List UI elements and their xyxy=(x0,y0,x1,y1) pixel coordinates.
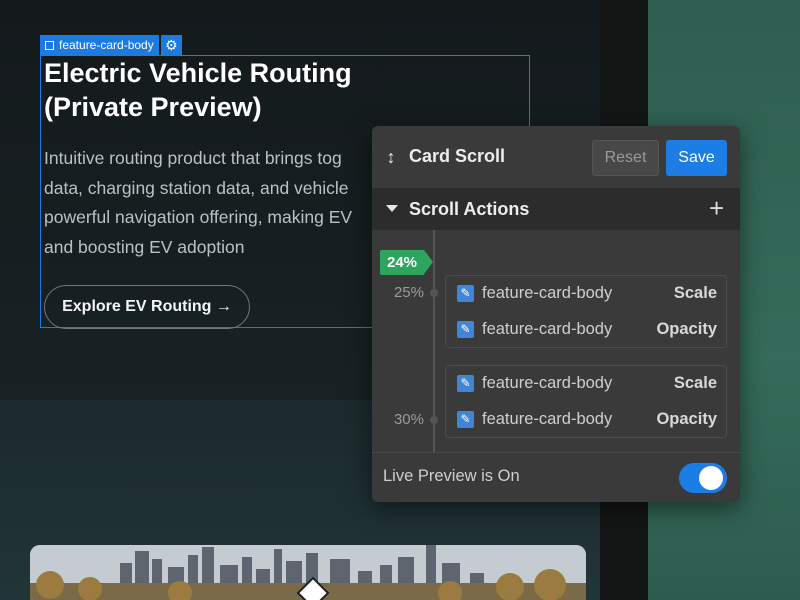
scroll-interaction-panel: ↕ Card Scroll Reset Save Scroll Actions … xyxy=(372,126,740,502)
action-type: Opacity xyxy=(656,319,717,338)
card-description-line: powerful navigation offering, making EV xyxy=(44,207,353,227)
card-title-line: Electric Vehicle Routing xyxy=(44,58,352,88)
element-name-chip[interactable]: feature-card-body xyxy=(40,35,159,55)
action-target: feature-card-body xyxy=(482,283,613,302)
keyframe-action-group[interactable]: ✎ feature-card-body Scale ✎ feature-card… xyxy=(445,275,727,348)
scroll-actions-title: Scroll Actions xyxy=(409,199,530,219)
brush-icon: ✎ xyxy=(457,320,474,338)
element-square-icon xyxy=(45,40,54,50)
scroll-timeline: 24% 25% ✎ feature-card-body Scale ✎ feat… xyxy=(372,230,740,452)
keyframe-action-group[interactable]: ✎ feature-card-body Scale ✎ feature-card… xyxy=(445,365,727,438)
action-row[interactable]: ✎ feature-card-body Opacity xyxy=(446,312,728,346)
brush-icon: ✎ xyxy=(457,410,474,428)
keyframe-percent: 30% xyxy=(393,411,424,428)
progress-value: 24% xyxy=(386,254,418,271)
action-type: Scale xyxy=(673,373,717,392)
brush-icon: ✎ xyxy=(457,374,474,392)
live-preview-toggle[interactable] xyxy=(679,463,727,493)
gear-icon[interactable]: ⚙ xyxy=(160,35,182,55)
panel-header: ↕ Card Scroll Reset Save xyxy=(372,126,740,188)
cta-label: Explore EV Routing → xyxy=(62,298,232,315)
action-type: Scale xyxy=(673,283,717,302)
card-title: Electric Vehicle Routing (Private Previe… xyxy=(44,56,504,124)
element-name-label: feature-card-body xyxy=(59,38,154,52)
action-row[interactable]: ✎ feature-card-body Scale xyxy=(446,276,728,310)
plus-icon[interactable]: + xyxy=(709,194,724,222)
card-title-line: (Private Preview) xyxy=(44,92,262,122)
reset-button[interactable]: Reset xyxy=(592,140,659,176)
keyframe-dot[interactable] xyxy=(430,289,438,297)
live-preview-bar: Live Preview is On xyxy=(372,452,740,502)
save-button[interactable]: Save xyxy=(666,140,727,176)
vertical-arrows-icon: ↕ xyxy=(386,147,396,167)
save-label: Save xyxy=(678,149,715,166)
panel-title: Card Scroll xyxy=(409,146,506,166)
caret-down-icon[interactable] xyxy=(386,205,398,212)
live-preview-label: Live Preview is On xyxy=(383,467,520,485)
keyframe-dot[interactable] xyxy=(430,416,438,424)
action-target: feature-card-body xyxy=(482,373,613,392)
progress-badge[interactable]: 24% xyxy=(380,250,424,275)
reset-label: Reset xyxy=(604,149,647,166)
card-description-line: Intuitive routing product that brings to… xyxy=(44,148,342,168)
toggle-knob[interactable] xyxy=(699,466,723,490)
action-target: feature-card-body xyxy=(482,409,613,428)
progress-badge-pointer xyxy=(424,250,433,274)
action-type: Opacity xyxy=(656,409,717,428)
scroll-actions-header[interactable]: Scroll Actions + xyxy=(372,188,740,230)
card-description-line: data, charging station data, and vehicle xyxy=(44,177,349,198)
card-description: Intuitive routing product that brings to… xyxy=(44,144,374,268)
explore-ev-routing-button[interactable]: Explore EV Routing → xyxy=(44,285,250,329)
card-description-line: and boosting EV adoption xyxy=(44,236,245,257)
action-row[interactable]: ✎ feature-card-body Scale xyxy=(446,366,728,400)
brush-icon: ✎ xyxy=(457,284,474,302)
selected-element-tag[interactable]: feature-card-body ⚙ xyxy=(40,35,182,55)
action-target: feature-card-body xyxy=(482,319,613,338)
action-row[interactable]: ✎ feature-card-body Opacity xyxy=(446,402,728,436)
keyframe-percent: 25% xyxy=(393,284,424,301)
city-skyline-image xyxy=(30,545,586,600)
